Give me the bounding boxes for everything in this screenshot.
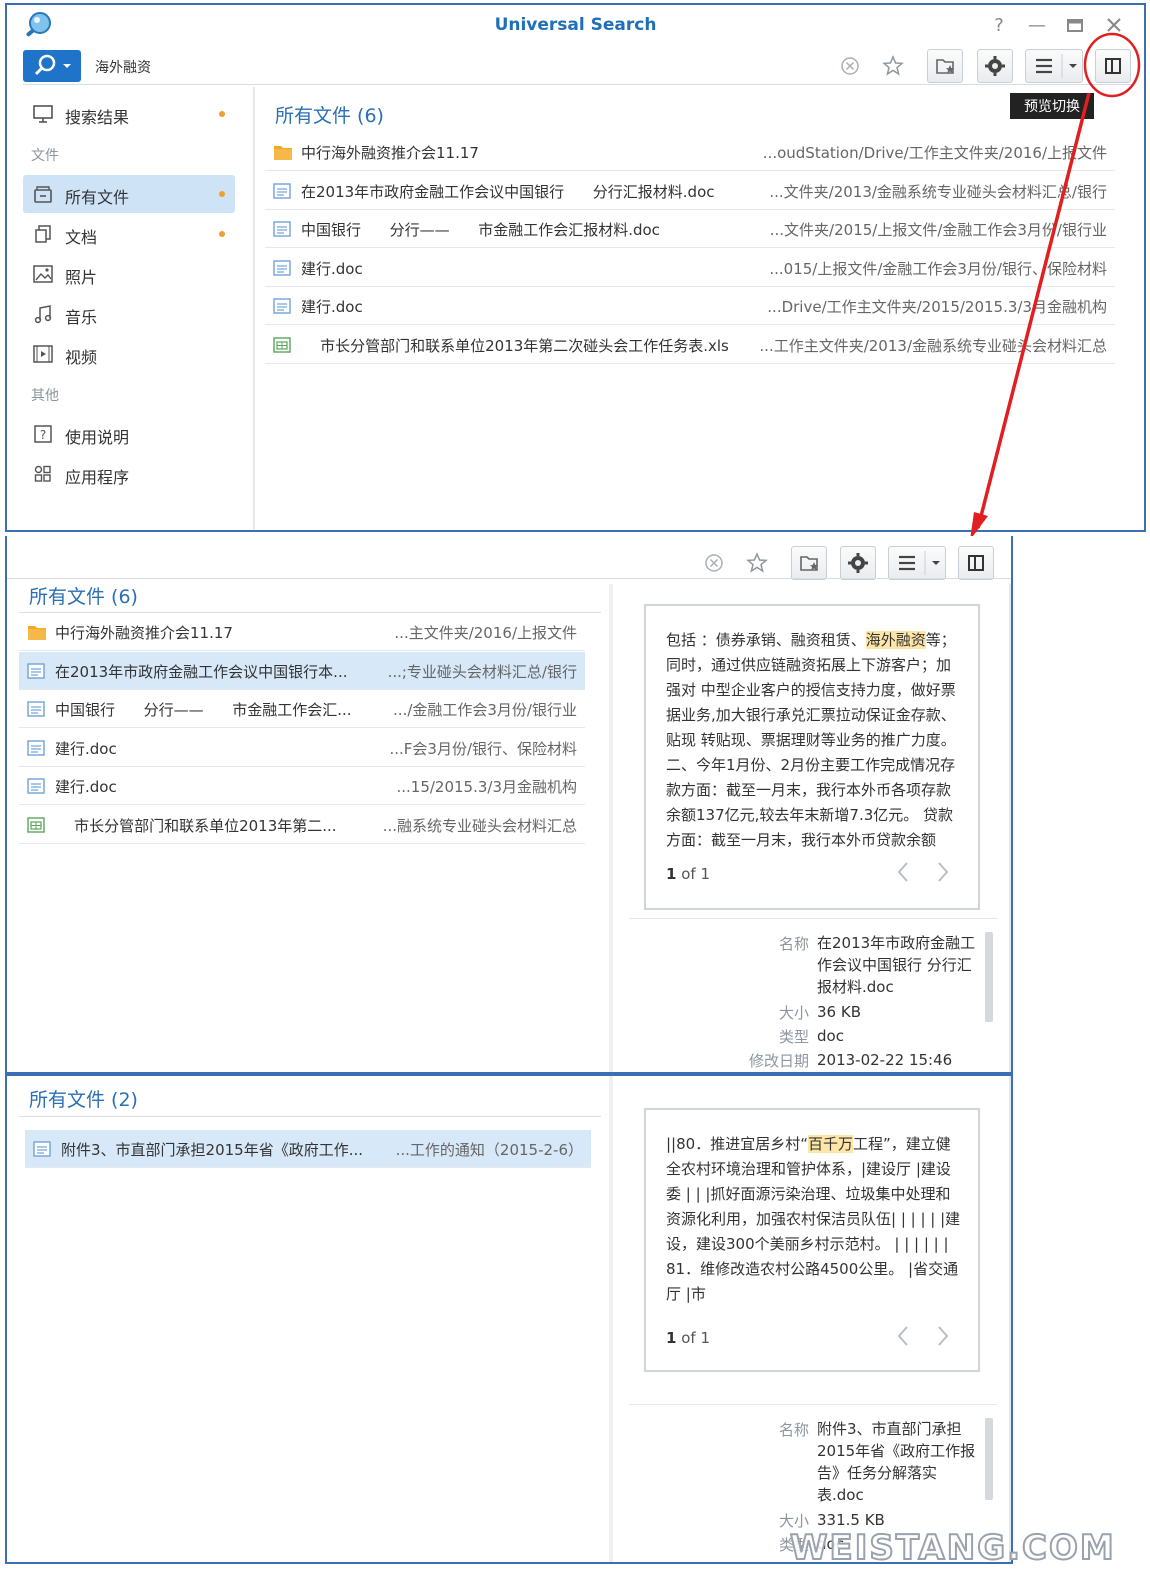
- view-menu-button[interactable]: [888, 546, 946, 580]
- meta-date-value: 2013-02-22 15:46: [817, 1051, 953, 1069]
- preview-panel: 包括 ：债券承销、融资租赁、海外融资等；同时，通过供应链融资拓展上下游客户；加强…: [644, 604, 980, 910]
- folder-icon: [27, 623, 46, 641]
- meta-name-label: 名称: [778, 1421, 809, 1439]
- page-indicator: 1 of 1: [666, 1329, 710, 1347]
- annotation-arrow-overlay: [970, 32, 1141, 540]
- prev-page-icon[interactable]: [892, 858, 914, 886]
- preview-toggle-button[interactable]: [958, 546, 994, 580]
- result-name: 市长分管部门和联系单位2013年第二...: [55, 816, 337, 835]
- result-name: 在2013年市政府金融工作会议中国银行本...: [55, 662, 348, 681]
- meta-type-value: doc: [817, 1027, 844, 1045]
- saved-search-folder-button[interactable]: [791, 546, 827, 580]
- next-page-icon[interactable]: [932, 1322, 954, 1350]
- result-row[interactable]: 市长分管部门和联系单位2013年第二... ...融系统专业碰头会材料汇总: [19, 806, 585, 844]
- result-path: ...主文件夹/2016/上报文件: [394, 624, 577, 642]
- document-file-icon: [27, 739, 45, 757]
- result-row[interactable]: 附件3、市直部门承担2015年省《政府工作... ...工作的通知（2015-2-…: [25, 1130, 591, 1168]
- result-name: 建行.doc: [55, 739, 117, 758]
- preview-text: ||80．推进宜居乡村“百千万工程”，建立健全农村环境治理和管护体系，|建设厅 …: [666, 1135, 961, 1303]
- document-file-icon: [27, 777, 45, 795]
- results-title: 所有文件 (6): [29, 586, 138, 608]
- meta-type-label: 类型: [778, 1028, 809, 1046]
- spreadsheet-file-icon: [27, 816, 45, 834]
- prev-page-icon[interactable]: [892, 1322, 914, 1350]
- result-row[interactable]: 中国银行 分行—— 市金融工作会汇... .../金融工作会3月份/银行业: [19, 690, 585, 728]
- pane-edge: [1009, 1076, 1011, 1562]
- pane-splitter[interactable]: [609, 584, 613, 1072]
- meta-divider: [629, 918, 997, 919]
- meta-name-label: 名称: [778, 935, 809, 953]
- pane-edge: [1009, 584, 1011, 1072]
- meta-size-value: 36 KB: [817, 1003, 861, 1021]
- search-window-preview-1: 所有文件 (6) 中行海外融资推介会11.17 ...主文件夹/2016/上报文件…: [5, 536, 1013, 1074]
- result-row[interactable]: 在2013年市政府金融工作会议中国银行本... ...;专业碰头会材料汇总/银行: [19, 651, 585, 690]
- meta-scrollbar[interactable]: [985, 1418, 993, 1500]
- document-file-icon: [33, 1140, 51, 1158]
- result-path: ...工作的通知（2015-2-6）: [395, 1141, 583, 1159]
- preview-panel: ||80．推进宜居乡村“百千万工程”，建立健全农村环境治理和管护体系，|建设厅 …: [644, 1108, 980, 1372]
- meta-name-value: 在2013年市政府金融工作会议中国银行 分行汇报材料.doc: [817, 934, 976, 996]
- result-path: .../金融工作会3月份/银行业: [393, 701, 577, 719]
- result-path: ...15/2015.3/3月金融机构: [396, 778, 577, 796]
- meta-scrollbar[interactable]: [985, 932, 993, 1022]
- preview-text: 包括 ：债券承销、融资租赁、海外融资等；同时，通过供应链融资拓展上下游客户；加强…: [666, 631, 956, 849]
- meta-name-value: 附件3、市直部门承担2015年省《政府工作报告》任务分解落实表.doc: [817, 1420, 976, 1504]
- results-title: 所有文件 (2): [29, 1089, 138, 1111]
- result-row[interactable]: 建行.doc ...F会3月份/银行、保险材料: [19, 729, 585, 767]
- result-path: ...;专业碰头会材料汇总/银行: [387, 662, 577, 681]
- pane-splitter[interactable]: [609, 1076, 613, 1562]
- result-name: 建行.doc: [55, 778, 117, 796]
- meta-size-label: 大小: [778, 1004, 809, 1022]
- result-name: 附件3、市直部门承担2015年省《政府工作...: [61, 1141, 364, 1159]
- result-row[interactable]: 中行海外融资推介会11.17 ...主文件夹/2016/上报文件: [19, 613, 585, 651]
- search-window-preview-2: 所有文件 (2) 附件3、市直部门承担2015年省《政府工作... ...工作的通…: [5, 1074, 1013, 1564]
- result-path: ...融系统专业碰头会材料汇总: [382, 816, 577, 835]
- document-file-icon: [27, 662, 45, 680]
- meta-divider: [629, 1404, 997, 1405]
- page-indicator: 1 of 1: [666, 865, 710, 883]
- result-path: ...F会3月份/银行、保险材料: [389, 739, 577, 758]
- title-divider: [19, 1116, 601, 1117]
- search-highlight: 百千万: [807, 1135, 853, 1153]
- meta-date-label: 修改日期: [748, 1052, 809, 1070]
- toolbar-divider: [7, 578, 1011, 579]
- result-name: 中国银行 分行—— 市金融工作会汇...: [55, 701, 352, 719]
- search-highlight: 海外融资: [865, 631, 926, 649]
- favorite-star-icon[interactable]: [742, 548, 772, 578]
- clear-search-icon[interactable]: [699, 548, 729, 578]
- result-row[interactable]: 建行.doc ...15/2015.3/3月金融机构: [19, 767, 585, 805]
- settings-gear-button[interactable]: [840, 546, 876, 580]
- next-page-icon[interactable]: [932, 858, 954, 886]
- document-file-icon: [27, 700, 45, 718]
- watermark-text: WEISTANG.COM: [789, 1527, 1116, 1569]
- result-name: 中行海外融资推介会11.17: [55, 624, 233, 642]
